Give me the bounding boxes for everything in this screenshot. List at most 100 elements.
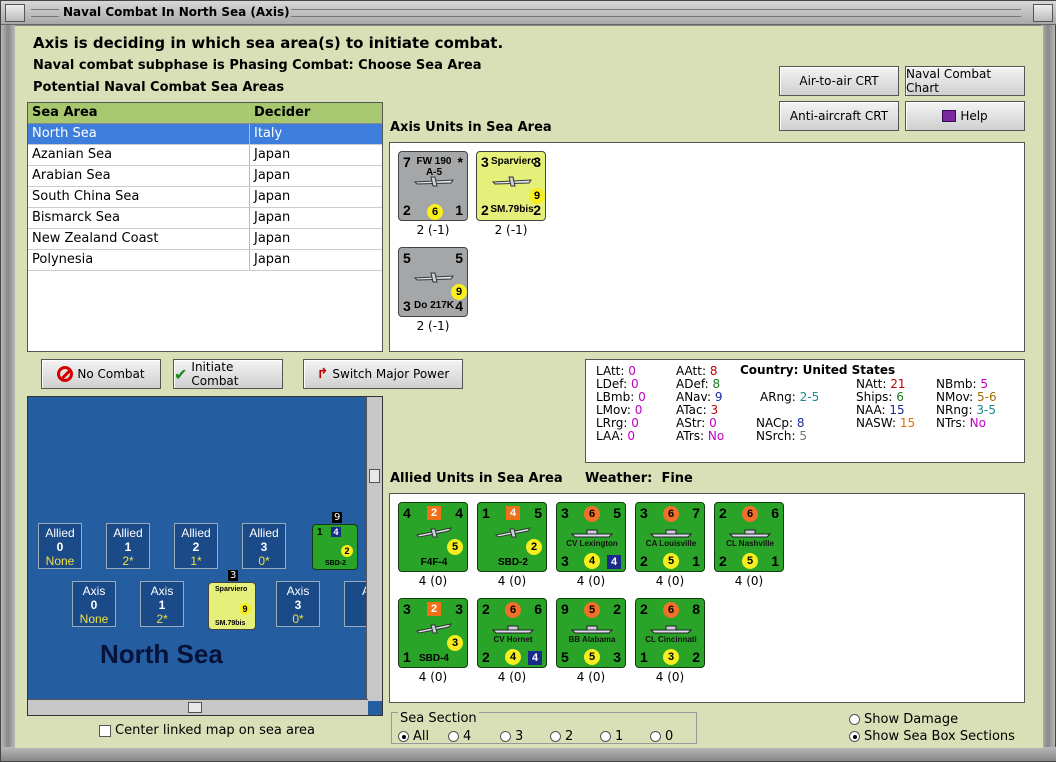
counter-value: 2 bbox=[719, 505, 727, 521]
allied-unit-counter[interactable]: 2 6 6 CL Nashville 2 5 1 bbox=[714, 502, 784, 572]
axis-unit-counter[interactable]: 5 5 3 9 4 Do 217K bbox=[398, 247, 468, 317]
allied-unit-counter[interactable]: 2 8 6 CL Cincinnati 1 3 2 bbox=[635, 598, 705, 668]
stat-value: 0 bbox=[624, 364, 636, 378]
stat-value: 3 bbox=[706, 403, 719, 417]
sea-section-3[interactable]: 3 bbox=[500, 729, 523, 744]
system-menu-button[interactable] bbox=[5, 4, 25, 22]
allied-unit-counter[interactable]: 4 4 2 F4F-4 5 bbox=[398, 502, 468, 572]
stack-count-badge: 3 bbox=[228, 570, 239, 581]
sea-section-0[interactable]: 0 bbox=[650, 729, 673, 744]
sea-section-4[interactable]: 4 bbox=[448, 729, 471, 744]
radio-button[interactable] bbox=[849, 731, 860, 742]
map-allied-counter[interactable]: 1 4 2 SBD-2 bbox=[312, 524, 358, 570]
stat-value: 9 bbox=[711, 390, 723, 404]
column-header-sea-area[interactable]: Sea Area bbox=[28, 103, 250, 123]
unit-strength-label: 4 (0) bbox=[655, 670, 685, 684]
sea-section-1[interactable]: 1 bbox=[600, 729, 623, 744]
allied-sea-box-2[interactable]: Allied 2 1* bbox=[174, 523, 218, 569]
table-row[interactable]: Bismarck Sea Japan bbox=[28, 208, 382, 229]
allied-unit-counter[interactable]: 2 6 6 CV Hornet 2 4 4 bbox=[477, 598, 547, 668]
cell-sea-area: Bismarck Sea bbox=[28, 208, 250, 228]
counter-name: CL Nashville bbox=[726, 539, 774, 548]
radio-label: All bbox=[413, 729, 430, 744]
allied-unit-counter[interactable]: 3 3 2 SBD-4 3 1 bbox=[398, 598, 468, 668]
help-button[interactable]: Help bbox=[905, 101, 1025, 131]
axis-sea-box-0[interactable]: Axis 0 None bbox=[72, 581, 116, 627]
weather-caption: Weather: bbox=[585, 471, 653, 486]
stat-key: LRrg: bbox=[596, 416, 628, 430]
switch-major-power-button[interactable]: ↱ Switch Major Power bbox=[303, 359, 463, 389]
scroll-thumb[interactable] bbox=[369, 469, 380, 483]
table-row[interactable]: Azanian Sea Japan bbox=[28, 145, 382, 166]
counter-value: 3 bbox=[613, 649, 621, 665]
no-combat-button[interactable]: No Combat bbox=[41, 359, 161, 389]
table-row[interactable]: New Zealand Coast Japan bbox=[28, 229, 382, 250]
box-cost: 1* bbox=[190, 554, 202, 568]
sea-section-2[interactable]: 2 bbox=[550, 729, 573, 744]
radio-button[interactable] bbox=[650, 731, 661, 742]
box-side: Allied bbox=[45, 526, 75, 540]
allied-unit-counter[interactable]: 3 7 6 CA Louisville 2 5 1 bbox=[635, 502, 705, 572]
stat-value: 5-6 bbox=[973, 390, 997, 404]
radio-button[interactable] bbox=[398, 731, 409, 742]
title-bar[interactable]: Naval Combat In North Sea (Axis) bbox=[1, 1, 1056, 25]
initiate-combat-button[interactable]: ✔ Initiate Combat bbox=[173, 359, 283, 389]
stat-value: 0 bbox=[623, 429, 635, 443]
map-horizontal-scrollbar[interactable] bbox=[28, 699, 368, 715]
air-to-air-crt-button[interactable]: Air-to-air CRT bbox=[779, 66, 899, 96]
allied-sea-box-0[interactable]: Allied 0 None bbox=[38, 523, 82, 569]
show-damage-radio[interactable]: Show Damage bbox=[849, 712, 958, 727]
radio-button[interactable] bbox=[849, 714, 860, 725]
stat-value: 0 bbox=[634, 390, 646, 404]
counter-value: * bbox=[457, 154, 463, 170]
map-vertical-scrollbar[interactable] bbox=[366, 397, 382, 701]
stat-key: LDef: bbox=[596, 377, 628, 391]
stat-key: NASW: bbox=[856, 416, 897, 430]
switch-arrow-icon: ↱ bbox=[316, 366, 329, 382]
axis-sea-box-1[interactable]: Axis 1 2* bbox=[140, 581, 184, 627]
counter-value: 1 bbox=[455, 202, 463, 218]
unit-strength-label: 2 (-1) bbox=[416, 223, 450, 237]
map-axis-counter[interactable]: Sparviero 9 SM.79bis bbox=[208, 582, 256, 630]
box-cost: None bbox=[45, 554, 75, 568]
stat-value: 0 bbox=[630, 403, 643, 417]
anti-aircraft-crt-button[interactable]: Anti-aircraft CRT bbox=[779, 101, 899, 131]
cell-decider: Japan bbox=[254, 231, 291, 246]
box-side: Allied bbox=[249, 526, 279, 540]
counter-value: 3 bbox=[640, 505, 648, 521]
allied-sea-box-3[interactable]: Allied 3 0* bbox=[242, 523, 286, 569]
table-row[interactable]: Polynesia Japan bbox=[28, 250, 382, 271]
radio-button[interactable] bbox=[550, 731, 561, 742]
aircraft-icon bbox=[491, 174, 533, 188]
checkbox-box[interactable] bbox=[99, 724, 111, 737]
allied-sea-box-1[interactable]: Allied 1 2* bbox=[106, 523, 150, 569]
counter-value: 5 bbox=[613, 505, 621, 521]
naval-combat-chart-button[interactable]: Naval Combat Chart bbox=[905, 66, 1025, 96]
table-row[interactable]: South China Sea Japan bbox=[28, 187, 382, 208]
allied-unit-counter[interactable]: 3 5 6 CV Lexington 3 4 4 bbox=[556, 502, 626, 572]
axis-unit-counter[interactable]: 3 3 Sparviero 2 9 2 SM.79bis bbox=[476, 151, 546, 221]
table-row[interactable]: North Sea Italy bbox=[28, 124, 382, 145]
show-sea-box-sections-radio[interactable]: Show Sea Box Sections bbox=[849, 729, 1015, 744]
radio-button[interactable] bbox=[500, 731, 511, 742]
sea-area-map[interactable]: Allied 0 None Allied 1 2* Allied 2 1* Allied 3 0… bbox=[27, 396, 383, 716]
axis-sea-box-3[interactable]: Axis 3 0* bbox=[276, 581, 320, 627]
table-row[interactable]: Arabian Sea Japan bbox=[28, 166, 382, 187]
radio-button[interactable] bbox=[448, 731, 459, 742]
axis-unit-counter[interactable]: 7 * FW 190 A-5 2 6 1 bbox=[398, 151, 468, 221]
land-stat: LMov: 0 bbox=[596, 403, 642, 417]
column-header-decider[interactable]: Decider bbox=[250, 103, 360, 123]
allied-unit-counter[interactable]: 1 5 4 SBD-2 2 bbox=[477, 502, 547, 572]
sea-section-all[interactable]: All bbox=[398, 729, 429, 744]
radio-button[interactable] bbox=[600, 731, 611, 742]
counter-value: 4 bbox=[331, 527, 341, 537]
counter-value: 5 bbox=[584, 649, 600, 665]
ship-icon bbox=[649, 525, 693, 539]
aircraft-icon bbox=[492, 525, 534, 539]
scroll-thumb[interactable] bbox=[188, 702, 202, 713]
close-button[interactable] bbox=[1033, 4, 1053, 22]
ship-icon bbox=[570, 525, 614, 539]
allied-unit-counter[interactable]: 9 2 5 BB Alabama 5 5 3 bbox=[556, 598, 626, 668]
center-map-checkbox[interactable]: Center linked map on sea area bbox=[99, 723, 315, 738]
box-cost: 2* bbox=[156, 612, 168, 626]
